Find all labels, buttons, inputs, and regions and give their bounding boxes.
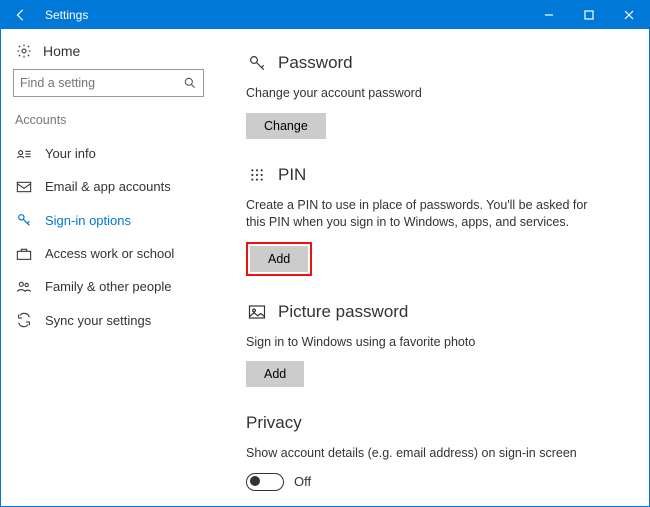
- sidebar-group-label: Accounts: [13, 113, 204, 127]
- sidebar-item-family-people[interactable]: Family & other people: [13, 270, 204, 303]
- add-pin-button[interactable]: Add: [250, 246, 308, 272]
- sidebar-item-sign-in-options[interactable]: Sign-in options: [13, 203, 204, 237]
- sidebar-item-label: Sync your settings: [45, 313, 151, 328]
- sidebar-item-label: Your info: [45, 146, 96, 161]
- add-picture-password-button[interactable]: Add: [246, 361, 304, 387]
- privacy-desc: Show account details (e.g. email address…: [246, 445, 606, 463]
- key-icon: [246, 54, 268, 72]
- back-button[interactable]: [1, 1, 41, 29]
- content-pane: Password Change your account password Ch…: [216, 29, 649, 506]
- section-heading: Password: [278, 53, 353, 73]
- privacy-toggle-label: Off: [294, 474, 311, 489]
- mail-icon: [15, 181, 33, 193]
- add-pin-highlight: Add: [246, 242, 312, 276]
- key-icon: [15, 212, 33, 228]
- section-heading: PIN: [278, 165, 306, 185]
- sidebar: Home Accounts Your info Email & app acco…: [1, 29, 216, 506]
- sidebar-item-sync-settings[interactable]: Sync your settings: [13, 303, 204, 337]
- search-box[interactable]: [13, 69, 204, 97]
- person-card-icon: [15, 148, 33, 160]
- privacy-toggle[interactable]: [246, 473, 284, 491]
- section-heading: Picture password: [278, 302, 408, 322]
- section-heading: Privacy: [246, 413, 619, 433]
- search-icon: [183, 76, 197, 90]
- picture-desc: Sign in to Windows using a favorite phot…: [246, 334, 606, 352]
- gear-icon: [15, 43, 33, 59]
- maximize-button[interactable]: [569, 1, 609, 29]
- minimize-button[interactable]: [529, 1, 569, 29]
- sidebar-item-label: Email & app accounts: [45, 179, 171, 194]
- section-privacy: Privacy Show account details (e.g. email…: [246, 413, 619, 491]
- sync-icon: [15, 312, 33, 328]
- section-pin: PIN Create a PIN to use in place of pass…: [246, 165, 619, 276]
- section-picture-password: Picture password Sign in to Windows usin…: [246, 302, 619, 388]
- sidebar-item-access-work-school[interactable]: Access work or school: [13, 237, 204, 270]
- sidebar-item-label: Access work or school: [45, 246, 174, 261]
- picture-icon: [246, 304, 268, 320]
- sidebar-item-label: Sign-in options: [45, 213, 131, 228]
- sidebar-item-label: Family & other people: [45, 279, 171, 294]
- search-input[interactable]: [20, 76, 183, 90]
- sidebar-item-your-info[interactable]: Your info: [13, 137, 204, 170]
- section-password: Password Change your account password Ch…: [246, 53, 619, 139]
- change-password-button[interactable]: Change: [246, 113, 326, 139]
- titlebar: Settings: [1, 1, 649, 29]
- close-button[interactable]: [609, 1, 649, 29]
- home-label: Home: [43, 43, 80, 59]
- pin-desc: Create a PIN to use in place of password…: [246, 197, 606, 232]
- people-icon: [15, 280, 33, 294]
- sidebar-item-email-accounts[interactable]: Email & app accounts: [13, 170, 204, 203]
- keypad-icon: [246, 167, 268, 183]
- briefcase-icon: [15, 247, 33, 261]
- home-button[interactable]: Home: [13, 39, 204, 69]
- password-desc: Change your account password: [246, 85, 606, 103]
- window-title: Settings: [41, 8, 88, 22]
